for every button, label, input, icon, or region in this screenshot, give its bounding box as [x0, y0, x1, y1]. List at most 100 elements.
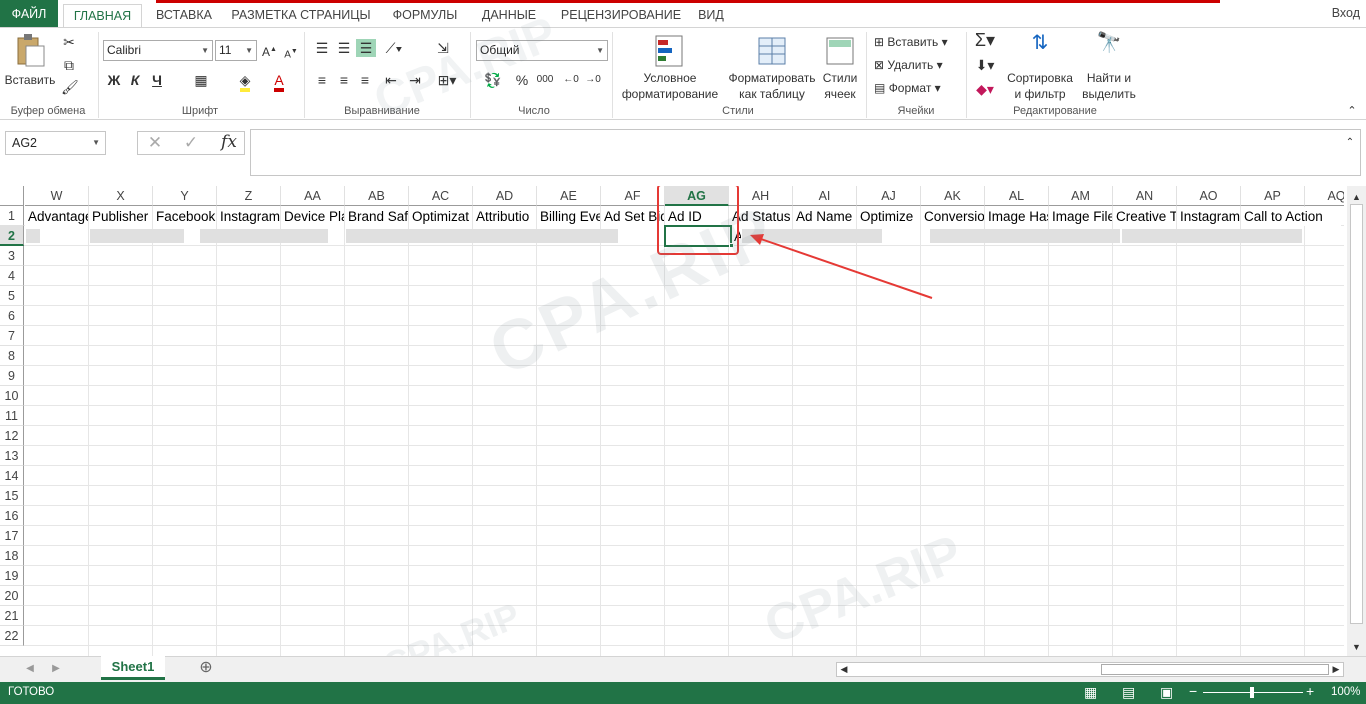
find-select-button[interactable]: 🔭 Найти и выделить: [1078, 32, 1140, 102]
format-cells-button[interactable]: ▤ Формат ▾: [874, 80, 941, 96]
scroll-left-icon[interactable]: ◀: [839, 660, 849, 678]
row-header-9[interactable]: 9: [0, 366, 24, 386]
column-header-ak[interactable]: AK: [921, 186, 985, 206]
column-header-ao[interactable]: AO: [1177, 186, 1241, 206]
header-cell-aj[interactable]: Optimize: [857, 207, 920, 226]
conditional-format-button[interactable]: Условное форматирование: [616, 32, 724, 102]
zoom-out-icon[interactable]: −: [1189, 683, 1197, 699]
vertical-scrollbar[interactable]: ▲ ▼: [1347, 186, 1366, 656]
column-header-aq[interactable]: AQ: [1305, 186, 1344, 206]
copy-icon[interactable]: ⧉: [61, 56, 77, 74]
scroll-right-icon[interactable]: ▶: [1331, 660, 1341, 678]
row-header-18[interactable]: 18: [0, 546, 24, 566]
underline-button[interactable]: Ч: [149, 71, 165, 89]
column-header-w[interactable]: W: [25, 186, 89, 206]
header-cell-ap[interactable]: Call to Action: [1241, 207, 1341, 226]
header-cell-ai[interactable]: Ad Name: [793, 207, 856, 226]
decrease-decimal-icon[interactable]: →0: [584, 71, 602, 89]
row-header-21[interactable]: 21: [0, 606, 24, 626]
tab-review[interactable]: РЕЦЕНЗИРОВАНИЕ: [553, 4, 689, 28]
font-color-icon[interactable]: A: [270, 71, 288, 92]
align-middle-icon[interactable]: ☰: [335, 39, 353, 57]
select-all-corner[interactable]: [0, 186, 24, 206]
shrink-font-icon[interactable]: A▼: [284, 43, 298, 64]
row-header-13[interactable]: 13: [0, 446, 24, 466]
header-cell-x[interactable]: Publisher: [89, 207, 152, 226]
column-header-z[interactable]: Z: [217, 186, 281, 206]
sheet-prev-icon[interactable]: ◀: [24, 660, 36, 678]
row-header-20[interactable]: 20: [0, 586, 24, 606]
tab-file[interactable]: ФАЙЛ: [0, 0, 58, 28]
column-header-ab[interactable]: AB: [345, 186, 409, 206]
column-header-ai[interactable]: AI: [793, 186, 857, 206]
collapse-ribbon-icon[interactable]: ⌃: [1344, 102, 1360, 120]
column-header-ap[interactable]: AP: [1241, 186, 1305, 206]
column-header-an[interactable]: AN: [1113, 186, 1177, 206]
insert-function-button[interactable]: fx: [218, 133, 240, 151]
row-header-2[interactable]: 2: [0, 226, 24, 246]
header-cell-ao[interactable]: Instagram: [1177, 207, 1240, 226]
row-header-11[interactable]: 11: [0, 406, 24, 426]
header-cell-al[interactable]: Image Has: [985, 207, 1048, 226]
header-cell-ac[interactable]: Optimizat: [409, 207, 472, 226]
align-bottom-icon[interactable]: ☰: [356, 39, 376, 57]
horizontal-scroll-thumb[interactable]: [1101, 664, 1329, 675]
format-as-table-button[interactable]: Форматировать как таблицу: [726, 32, 818, 102]
tab-home[interactable]: ГЛАВНАЯ: [63, 4, 142, 28]
increase-decimal-icon[interactable]: ←0: [562, 71, 580, 89]
header-cell-ad[interactable]: Attributio: [473, 207, 536, 226]
header-cell-af[interactable]: Ad Set Bid: [601, 207, 664, 226]
fill-color-icon[interactable]: ◈: [236, 71, 254, 92]
italic-button[interactable]: К: [127, 71, 143, 89]
font-name-select[interactable]: Calibri ▼: [103, 40, 213, 61]
column-header-al[interactable]: AL: [985, 186, 1049, 206]
column-header-x[interactable]: X: [89, 186, 153, 206]
column-header-am[interactable]: AM: [1049, 186, 1113, 206]
column-header-aa[interactable]: AA: [281, 186, 345, 206]
page-break-view-icon[interactable]: ▣: [1160, 684, 1173, 701]
scroll-down-icon[interactable]: ▼: [1350, 638, 1363, 656]
row-header-19[interactable]: 19: [0, 566, 24, 586]
font-size-select[interactable]: 11 ▼: [215, 40, 257, 61]
collapse-formula-icon[interactable]: ⌃: [1344, 134, 1356, 152]
tab-insert[interactable]: ВСТАВКА: [148, 4, 220, 28]
row-header-12[interactable]: 12: [0, 426, 24, 446]
paste-button[interactable]: Вставить: [4, 32, 56, 96]
column-header-ac[interactable]: AC: [409, 186, 473, 206]
header-cell-aa[interactable]: Device Pla: [281, 207, 344, 226]
align-left-icon[interactable]: ≡: [313, 71, 331, 89]
add-sheet-icon[interactable]: ⊕: [197, 659, 215, 677]
row-header-16[interactable]: 16: [0, 506, 24, 526]
row-header-7[interactable]: 7: [0, 326, 24, 346]
row-header-6[interactable]: 6: [0, 306, 24, 326]
zoom-slider-thumb[interactable]: [1250, 687, 1254, 698]
align-center-icon[interactable]: ≡: [335, 71, 353, 89]
header-cell-ab[interactable]: Brand Safe: [345, 207, 408, 226]
login-link[interactable]: Вход: [1332, 6, 1360, 20]
column-header-af[interactable]: AF: [601, 186, 665, 206]
sort-filter-button[interactable]: ⇅ Сортировка и фильтр: [1004, 32, 1076, 102]
zoom-in-icon[interactable]: +: [1306, 683, 1314, 699]
autosum-icon[interactable]: Σ▾: [972, 31, 998, 49]
row-header-8[interactable]: 8: [0, 346, 24, 366]
confirm-icon[interactable]: ✓: [182, 134, 200, 152]
sheet-next-icon[interactable]: ▶: [50, 660, 62, 678]
name-box[interactable]: AG2 ▼: [5, 131, 106, 155]
vertical-scroll-thumb[interactable]: [1350, 204, 1363, 624]
header-cell-w[interactable]: Advantage: [25, 207, 88, 226]
cut-icon[interactable]: ✂: [61, 33, 77, 51]
column-header-ad[interactable]: AD: [473, 186, 537, 206]
delete-cells-button[interactable]: ⊠ Удалить ▾: [874, 57, 943, 73]
row-header-15[interactable]: 15: [0, 486, 24, 506]
thousands-button[interactable]: 000: [535, 71, 555, 89]
tab-page-layout[interactable]: РАЗМЕТКА СТРАНИЦЫ: [228, 4, 374, 28]
cell-styles-button[interactable]: Стили ячеек: [818, 32, 862, 102]
row-header-5[interactable]: 5: [0, 286, 24, 306]
cancel-icon[interactable]: ✕: [146, 134, 164, 152]
row-header-4[interactable]: 4: [0, 266, 24, 286]
horizontal-scrollbar[interactable]: ◀ ▶: [836, 662, 1344, 677]
row-header-17[interactable]: 17: [0, 526, 24, 546]
clear-icon[interactable]: ◆▾: [972, 80, 998, 98]
header-cell-ae[interactable]: Billing Eve: [537, 207, 600, 226]
tab-view[interactable]: ВИД: [694, 4, 728, 28]
